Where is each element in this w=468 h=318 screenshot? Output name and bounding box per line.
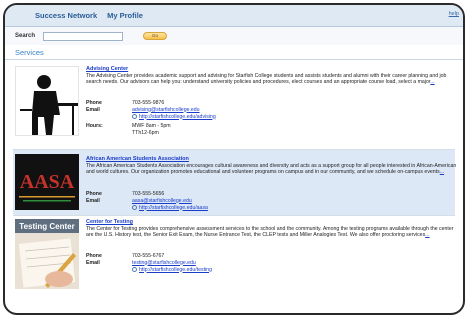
web-icon bbox=[132, 205, 137, 210]
email-link[interactable]: advising@starfishcollege.edu bbox=[132, 107, 200, 113]
website-link[interactable]: http://starfishcollege.edu/testing bbox=[139, 267, 212, 273]
phone-label: Phone bbox=[86, 190, 102, 197]
service-title[interactable]: Advising Center bbox=[86, 66, 128, 72]
phone-value: 703-555-6767 bbox=[132, 252, 165, 259]
contact-block: Phone 703-555-5656 Email aasa@starfishcoll… bbox=[86, 190, 386, 211]
phone-value: 703-555-9876 bbox=[132, 99, 165, 106]
web-icon bbox=[132, 267, 137, 272]
hours-line-1: MWF 8am - 5pm bbox=[132, 122, 171, 129]
service-card-aasa: AASA African American Students Associati… bbox=[13, 150, 458, 216]
service-description: The African American Students Associatio… bbox=[86, 163, 458, 176]
phone-value: 703-555-5656 bbox=[132, 190, 165, 197]
search-label: Search bbox=[15, 33, 36, 39]
phone-label: Phone bbox=[86, 99, 102, 106]
top-nav: Success Network My Profile help bbox=[5, 5, 463, 27]
service-card-advising: Advising Center The Advising Center prov… bbox=[13, 63, 455, 150]
service-card-testing: Testing Center Center for Testing The Ce… bbox=[13, 216, 455, 296]
testing-image: Testing Center bbox=[15, 219, 79, 289]
go-button[interactable]: Go bbox=[143, 32, 167, 40]
testing-center-text: Testing Center bbox=[19, 222, 74, 231]
section-title: Services bbox=[5, 45, 463, 60]
nav-success-network[interactable]: Success Network bbox=[35, 11, 97, 20]
aasa-logo-icon: AASA bbox=[15, 154, 79, 210]
service-title[interactable]: Center for Testing bbox=[86, 219, 133, 225]
search-bar: Search Go bbox=[5, 27, 463, 45]
web-icon bbox=[132, 114, 137, 119]
phone-label: Phone bbox=[86, 252, 102, 259]
testing-center-icon: Testing Center bbox=[15, 219, 79, 289]
nav-my-profile[interactable]: My Profile bbox=[107, 11, 143, 20]
contact-block: Phone 703-555-9876 Email advising@starfish… bbox=[86, 99, 386, 136]
email-link[interactable]: aasa@starfishcollege.edu bbox=[132, 198, 192, 204]
service-title[interactable]: African American Students Association bbox=[86, 156, 189, 162]
email-label: Email bbox=[86, 197, 100, 204]
help-link[interactable]: help bbox=[449, 11, 459, 17]
advising-image bbox=[15, 66, 79, 136]
description-text: The Advising Center provides academic su… bbox=[86, 73, 447, 86]
hours-label: Hours: bbox=[86, 122, 103, 129]
search-input[interactable] bbox=[43, 31, 123, 41]
email-link[interactable]: testing@starfishcollege.edu bbox=[132, 260, 196, 266]
website-link[interactable]: http://starfishcollege.edu/advising bbox=[139, 114, 216, 120]
service-description: The Center for Testing provides comprehe… bbox=[86, 226, 458, 239]
more-link[interactable]: ... bbox=[440, 169, 444, 175]
more-link[interactable]: ... bbox=[430, 79, 434, 85]
more-link[interactable]: ... bbox=[425, 232, 429, 238]
aasa-image: AASA bbox=[15, 154, 79, 210]
hours-line-2: TTh12-6pm bbox=[132, 129, 159, 136]
email-label: Email bbox=[86, 259, 100, 266]
email-label: Email bbox=[86, 106, 100, 113]
silhouette-desk-icon bbox=[16, 67, 78, 135]
service-description: The Advising Center provides academic su… bbox=[86, 73, 458, 86]
contact-block: Phone 703-555-6767 Email testing@starfishc… bbox=[86, 252, 386, 273]
website-link[interactable]: http://starfishcollege.edu/aasa bbox=[139, 205, 208, 211]
aasa-logo-text: AASA bbox=[20, 171, 75, 193]
services-list: Advising Center The Advising Center prov… bbox=[5, 60, 463, 296]
description-text: The African American Students Associatio… bbox=[86, 163, 457, 176]
browser-frame: Success Network My Profile help Search G… bbox=[3, 3, 465, 315]
description-text: The Center for Testing provides comprehe… bbox=[86, 226, 454, 239]
